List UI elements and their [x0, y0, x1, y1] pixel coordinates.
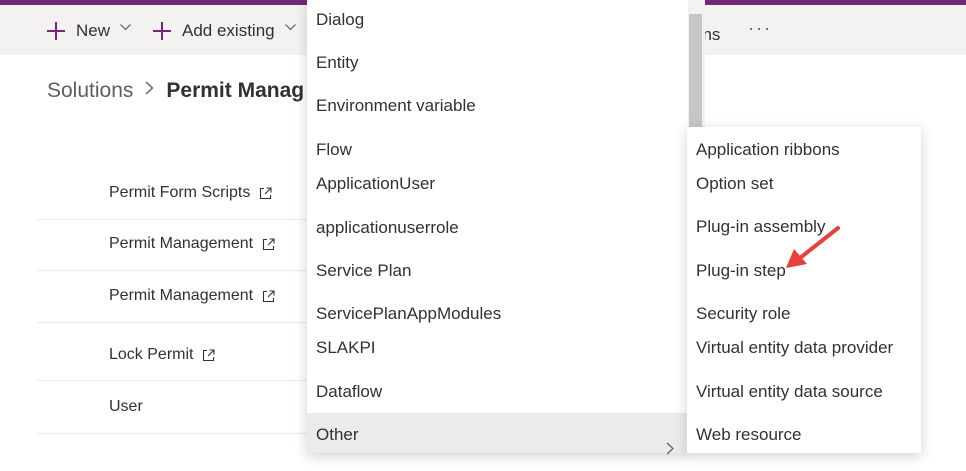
open-in-new-window-icon: [262, 237, 275, 251]
table-row[interactable]: Lock Permit: [37, 322, 307, 381]
menu-item-other[interactable]: Other: [307, 413, 688, 455]
menu-item-slakpi[interactable]: SLAKPI: [307, 331, 688, 365]
submenu-item-virtual-entity-data-provider[interactable]: Virtual entity data provider: [696, 338, 893, 358]
plus-icon: [153, 22, 171, 40]
row-link[interactable]: Lock Permit: [109, 346, 216, 364]
breadcrumb-current: Permit Manag: [166, 79, 305, 102]
menu-item-service-plan[interactable]: Service Plan: [307, 254, 688, 288]
row-label: User: [109, 398, 143, 415]
add-existing-button[interactable]: Add existing: [153, 19, 296, 43]
open-in-new-window-icon: [202, 348, 216, 362]
submenu-item-application-ribbons[interactable]: Application ribbons: [696, 140, 840, 160]
menu-item-entity[interactable]: Entity: [307, 46, 688, 80]
chevron-down-icon: [120, 24, 131, 34]
row-label: Permit Form Scripts: [109, 184, 251, 201]
submenu-item-web-resource[interactable]: Web resource: [696, 425, 802, 445]
plus-icon: [47, 22, 65, 40]
new-button[interactable]: New: [47, 19, 131, 43]
breadcrumb-solutions[interactable]: Solutions: [47, 79, 133, 103]
breadcrumb-separator: [145, 80, 154, 100]
submenu-item-virtual-entity-data-source[interactable]: Virtual entity data source: [696, 382, 883, 402]
menu-item-environment-variable[interactable]: Environment variable: [307, 89, 688, 123]
table-row[interactable]: Permit Management: [37, 270, 307, 323]
annotation-arrow-icon: [786, 226, 840, 268]
table-row[interactable]: User: [37, 381, 307, 434]
other-submenu: Application ribbons Option set Plug-in a…: [687, 127, 921, 453]
open-in-new-window-icon: [259, 186, 272, 200]
breadcrumb: Solutions Permit Manag: [47, 79, 304, 103]
submenu-item-security-role[interactable]: Security role: [696, 304, 790, 324]
menu-item-other-label: Other: [316, 425, 359, 444]
more-commands-button[interactable]: ···: [748, 18, 772, 39]
table-row[interactable]: Permit Management: [37, 218, 307, 271]
row-label: Lock Permit: [109, 346, 194, 363]
submenu-item-option-set[interactable]: Option set: [696, 174, 774, 194]
row-link[interactable]: Permit Management: [109, 287, 275, 305]
menu-item-serviceplanappmodules[interactable]: ServicePlanAppModules: [307, 297, 688, 331]
row-label: Permit Management: [109, 287, 254, 304]
add-existing-menu: Dialog Entity Environment variable Flow …: [307, 0, 688, 455]
menu-item-dataflow[interactable]: Dataflow: [307, 375, 688, 409]
table-row[interactable]: Permit Form Scripts: [37, 167, 307, 220]
add-existing-label: Add existing: [182, 21, 275, 40]
chevron-down-icon: [284, 24, 296, 34]
chevron-right-icon: [666, 428, 676, 455]
open-in-new-window-icon: [262, 289, 275, 303]
menu-item-applicationuserrole[interactable]: applicationuserrole: [307, 211, 688, 245]
new-label: New: [76, 21, 111, 40]
row-link[interactable]: Permit Form Scripts: [109, 184, 272, 202]
row-link[interactable]: Permit Management: [109, 235, 275, 253]
menu-item-flow[interactable]: Flow: [307, 133, 688, 167]
row-label: Permit Management: [109, 235, 254, 252]
menu-item-applicationuser[interactable]: ApplicationUser: [307, 167, 688, 201]
menu-item-dialog[interactable]: Dialog: [307, 3, 688, 37]
submenu-item-plug-in-step[interactable]: Plug-in step: [696, 261, 786, 281]
